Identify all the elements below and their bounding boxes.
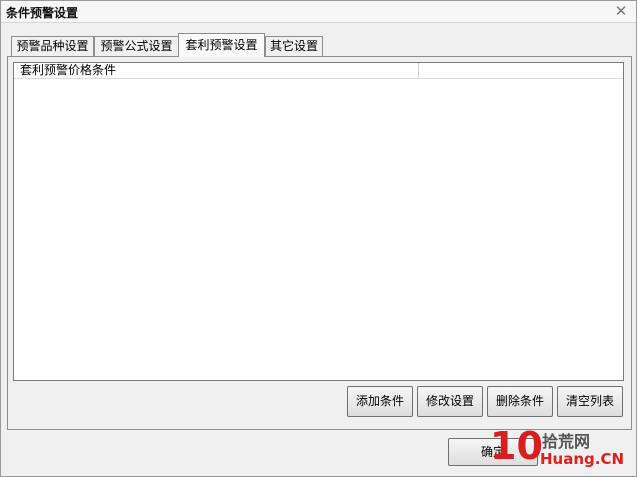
clear-list-button[interactable]: 清空列表: [557, 386, 623, 417]
title-bar: 条件预警设置 ✕: [1, 1, 636, 23]
ok-button[interactable]: 确定: [448, 438, 538, 466]
add-condition-button[interactable]: 添加条件: [347, 386, 413, 417]
tab-arbitrage-settings[interactable]: 套利预警设置: [178, 33, 265, 57]
tab-label: 预警公式设置: [100, 39, 173, 53]
tab-other-settings[interactable]: 其它设置: [265, 36, 323, 56]
tab-label: 预警品种设置: [16, 39, 89, 53]
tab-formula-settings[interactable]: 预警公式设置: [94, 36, 179, 56]
tab-label: 套利预警设置: [185, 38, 258, 52]
dialog-title: 条件预警设置: [6, 6, 79, 20]
column-header-empty[interactable]: [420, 63, 623, 78]
condition-list[interactable]: 套利预警价格条件: [13, 62, 624, 381]
tab-panel: 套利预警价格条件 添加条件 修改设置 删除条件 清空列表: [7, 56, 632, 430]
list-header: 套利预警价格条件: [14, 63, 623, 79]
dialog-window: 条件预警设置 ✕ 预警品种设置 预警公式设置 套利预警设置 其它设置 套利预警价…: [0, 0, 637, 477]
column-header-condition[interactable]: 套利预警价格条件: [14, 63, 419, 78]
close-icon[interactable]: ✕: [612, 2, 630, 20]
modify-settings-button[interactable]: 修改设置: [417, 386, 483, 417]
watermark-cn-text: 拾荒网: [542, 432, 591, 451]
tab-label: 其它设置: [269, 39, 318, 53]
tab-variety-settings[interactable]: 预警品种设置: [11, 36, 94, 56]
delete-condition-button[interactable]: 删除条件: [487, 386, 553, 417]
watermark-en-text: Huang.CN: [540, 450, 625, 468]
